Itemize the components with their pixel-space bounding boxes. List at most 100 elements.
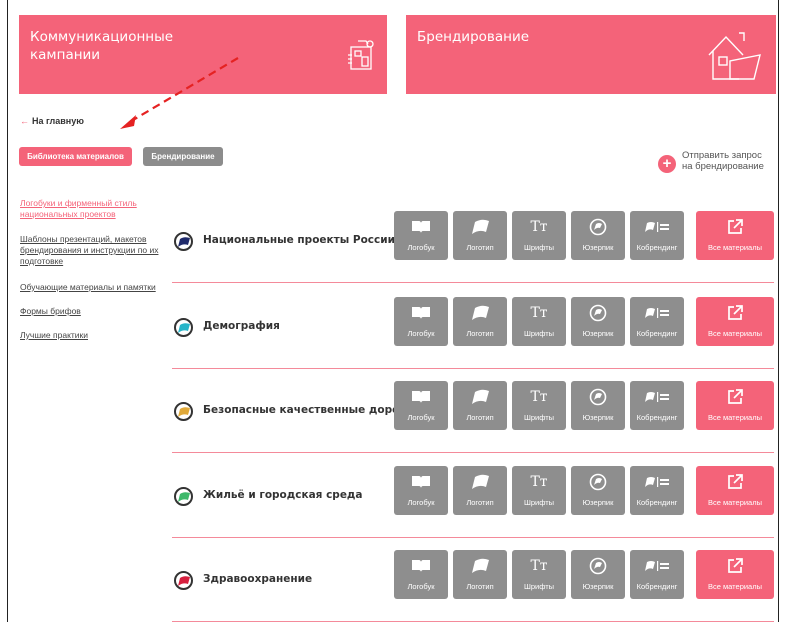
button-label: Юзерпик <box>582 413 614 422</box>
sidebar-item-templates[interactable]: Шаблоны презентаций, макетов брендирован… <box>20 234 170 267</box>
all-materials-button[interactable]: Все материалы <box>696 297 774 346</box>
logo-button[interactable]: Логотип <box>453 550 507 599</box>
userpic-button[interactable]: Юзерпик <box>571 381 625 430</box>
button-label: Шрифты <box>523 243 555 252</box>
project-title: Национальные проекты России <box>203 234 395 246</box>
button-label: Шрифты <box>523 582 555 591</box>
logo-button[interactable]: Логотип <box>453 381 507 430</box>
logobook-button[interactable]: Логобук <box>394 211 448 260</box>
fonts-icon: Tт <box>530 389 548 405</box>
button-label: Логобук <box>407 329 435 338</box>
button-label: Логотип <box>466 582 494 591</box>
button-label: Логобук <box>407 413 435 422</box>
logo-button[interactable]: Логотип <box>453 297 507 346</box>
external-link-icon <box>696 472 774 492</box>
button-label: Логобук <box>407 498 435 507</box>
project-title: Здравоохранение <box>203 573 313 585</box>
cobranding-button[interactable]: Кобрендинг <box>630 550 684 599</box>
button-label: Все материалы <box>708 498 762 507</box>
branding-request-button[interactable]: + Отправить запрос на брендирование <box>658 150 773 178</box>
request-label: Отправить запрос на брендирование <box>682 150 764 172</box>
button-label: Юзерпик <box>582 582 614 591</box>
all-materials-button[interactable]: Все материалы <box>696 550 774 599</box>
project-row: Безопасные качественные дороги Логобук Лог… <box>172 369 774 453</box>
plus-icon: + <box>658 155 676 173</box>
button-label: Шрифты <box>523 413 555 422</box>
userpic-button[interactable]: Юзерпик <box>571 297 625 346</box>
project-emblem-icon <box>174 402 193 421</box>
sidebar-item-logobooks[interactable]: Логобуки и фирменный стиль национальных … <box>20 198 170 220</box>
button-label: Юзерпик <box>582 329 614 338</box>
sidebar-item-training[interactable]: Обучающие материалы и памятки <box>20 282 170 293</box>
button-label: Все материалы <box>708 413 762 422</box>
logo-button[interactable]: Логотип <box>453 466 507 515</box>
button-label: Юзерпик <box>582 498 614 507</box>
button-label: Кобрендинг <box>636 329 678 338</box>
fonts-button[interactable]: Tт Шрифты <box>512 297 566 346</box>
fonts-icon: Tт <box>530 558 548 574</box>
button-label: Кобрендинг <box>636 582 678 591</box>
row-divider <box>172 452 774 453</box>
userpic-icon <box>571 472 625 492</box>
cobranding-icon <box>630 217 684 237</box>
project-emblem-icon <box>174 487 193 506</box>
logo-flag-icon <box>453 217 507 237</box>
fonts-icon: Tт <box>530 219 548 235</box>
book-icon <box>394 472 448 492</box>
logobook-button[interactable]: Логобук <box>394 466 448 515</box>
userpic-button[interactable]: Юзерпик <box>571 550 625 599</box>
banner-branding[interactable]: Брендирование <box>406 15 776 94</box>
project-row: Национальные проекты России Логобук Логоти… <box>172 199 774 283</box>
cobranding-icon <box>630 303 684 323</box>
fonts-button[interactable]: Tт Шрифты <box>512 211 566 260</box>
logobook-button[interactable]: Логобук <box>394 297 448 346</box>
button-label: Кобрендинг <box>636 498 678 507</box>
row-divider <box>172 282 774 283</box>
button-label: Юзерпик <box>582 243 614 252</box>
fonts-button[interactable]: Tт Шрифты <box>512 381 566 430</box>
book-icon <box>394 387 448 407</box>
userpic-button[interactable]: Юзерпик <box>571 211 625 260</box>
external-link-icon <box>696 556 774 576</box>
project-row: Здравоохранение Логобук Логотип Tт Шрифты Юзе… <box>172 538 774 622</box>
book-icon <box>394 303 448 323</box>
fonts-button[interactable]: Tт Шрифты <box>512 466 566 515</box>
sidebar-item-brief-forms[interactable]: Формы брифов <box>20 306 170 317</box>
button-label: Логотип <box>466 243 494 252</box>
userpic-button[interactable]: Юзерпик <box>571 466 625 515</box>
project-emblem-icon <box>174 318 193 337</box>
tab-library[interactable]: Библиотека материалов <box>19 147 132 166</box>
button-label: Логобук <box>407 243 435 252</box>
project-title: Жильё и городская среда <box>203 489 363 501</box>
cobranding-button[interactable]: Кобрендинг <box>630 466 684 515</box>
logo-button[interactable]: Логотип <box>453 211 507 260</box>
annotation-arrow <box>120 57 239 129</box>
cobranding-button[interactable]: Кобрендинг <box>630 381 684 430</box>
cobranding-button[interactable]: Кобрендинг <box>630 211 684 260</box>
arrow-left-icon: ← <box>20 116 29 126</box>
button-label: Все материалы <box>708 582 762 591</box>
project-row: Демография Логобук Логотип Tт Шрифты Юзерпик К… <box>172 285 774 369</box>
all-materials-button[interactable]: Все материалы <box>696 381 774 430</box>
button-label: Логотип <box>466 329 494 338</box>
logobook-button[interactable]: Логобук <box>394 381 448 430</box>
userpic-icon <box>571 217 625 237</box>
button-label: Шрифты <box>523 329 555 338</box>
all-materials-button[interactable]: Все материалы <box>696 211 774 260</box>
fonts-button[interactable]: Tт Шрифты <box>512 550 566 599</box>
external-link-icon <box>696 217 774 237</box>
project-emblem-icon <box>174 232 193 251</box>
project-emblem-icon <box>174 571 193 590</box>
logobook-button[interactable]: Логобук <box>394 550 448 599</box>
cobranding-button[interactable]: Кобрендинг <box>630 297 684 346</box>
sidebar-item-best-practices[interactable]: Лучшие практики <box>20 330 170 341</box>
request-label-line1: Отправить запрос <box>682 150 762 161</box>
back-to-home-link[interactable]: ← На главную <box>20 116 84 126</box>
all-materials-button[interactable]: Все материалы <box>696 466 774 515</box>
logo-flag-icon <box>453 303 507 323</box>
userpic-icon <box>571 387 625 407</box>
cobranding-icon <box>630 556 684 576</box>
tab-branding[interactable]: Брендирование <box>143 147 223 166</box>
button-label: Все материалы <box>708 243 762 252</box>
banner-title: Брендирование <box>417 29 530 45</box>
